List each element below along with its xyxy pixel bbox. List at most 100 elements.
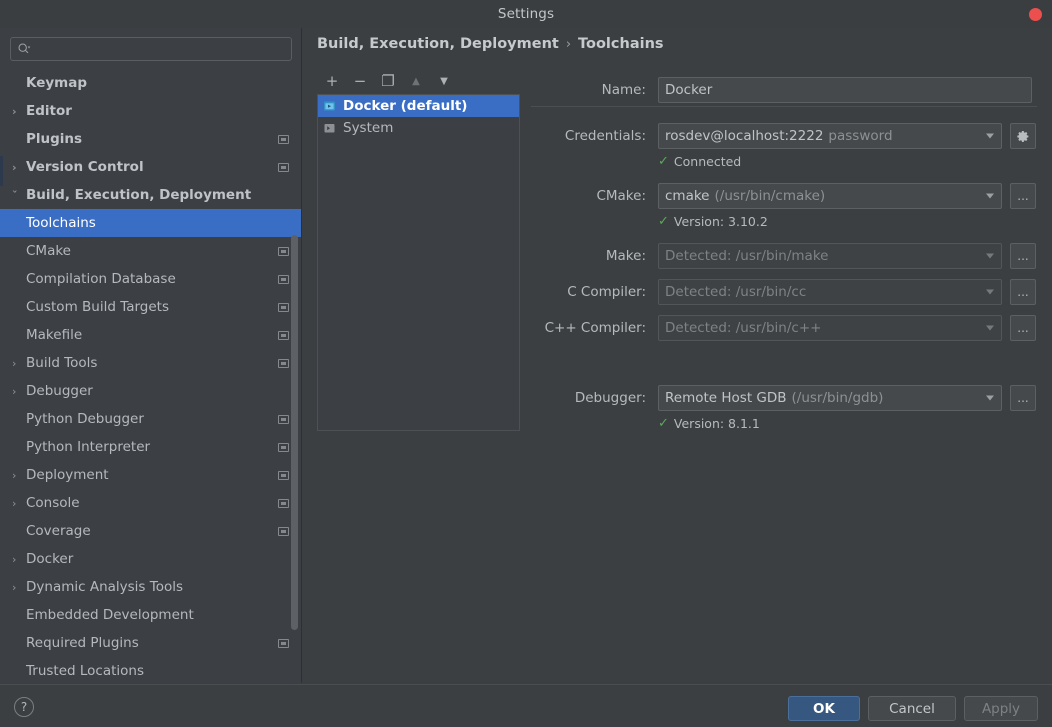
remove-toolchain-button[interactable]: −	[351, 72, 369, 90]
debugger-path: (/usr/bin/gdb)	[791, 390, 884, 406]
sidebar-item-label: Makefile	[26, 327, 83, 343]
modified-badge-icon	[278, 442, 289, 452]
sidebar-item-python-debugger[interactable]: Python Debugger	[0, 405, 301, 433]
cmake-browse-button[interactable]: ...	[1010, 183, 1036, 209]
sidebar-item-label: Toolchains	[26, 215, 96, 231]
settings-sidebar: Keymap › Editor Plugins › Version Control ˇ Bui…	[0, 28, 302, 683]
move-down-button[interactable]: ▼	[435, 72, 453, 90]
sidebar-item-editor[interactable]: › Editor	[0, 97, 301, 125]
debugger-select[interactable]: Remote Host GDB (/usr/bin/gdb)	[658, 385, 1002, 411]
sidebar-item-label: Keymap	[26, 75, 88, 91]
toolchain-list-item-label: System	[343, 120, 394, 136]
credentials-status-text: Connected	[673, 153, 742, 169]
modified-badge-icon	[278, 498, 289, 508]
sidebar-item-label: CMake	[26, 243, 71, 259]
make-select[interactable]: Detected: /usr/bin/make	[658, 243, 1002, 269]
add-toolchain-button[interactable]: +	[323, 72, 341, 90]
sidebar-item-build-tools[interactable]: › Build Tools	[0, 349, 301, 377]
chevron-right-icon[interactable]: ›	[12, 497, 26, 510]
toolchain-list-panel: + − ❐ ▲ ▼ Docker (default) System	[317, 68, 520, 431]
sidebar-item-makefile[interactable]: Makefile	[0, 321, 301, 349]
cxx-compiler-browse-button[interactable]: ...	[1010, 315, 1036, 341]
docker-icon	[323, 100, 337, 113]
sidebar-item-plugins[interactable]: Plugins	[0, 125, 301, 153]
sidebar-item-label: Build Tools	[26, 355, 98, 371]
search-box[interactable]	[10, 37, 292, 61]
sidebar-item-label: Editor	[26, 103, 72, 119]
close-icon[interactable]	[1029, 8, 1042, 21]
ok-button[interactable]: OK	[788, 696, 860, 721]
sidebar-item-python-interpreter[interactable]: Python Interpreter	[0, 433, 301, 461]
chevron-down-icon[interactable]: ˇ	[12, 189, 26, 202]
sidebar-item-build-execution-deployment[interactable]: ˇ Build, Execution, Deployment	[0, 181, 301, 209]
chevron-right-icon[interactable]: ›	[12, 469, 26, 482]
check-icon: ✓	[658, 415, 669, 431]
sidebar-item-keymap[interactable]: Keymap	[0, 69, 301, 97]
chevron-right-icon[interactable]: ›	[12, 385, 26, 398]
cxx-compiler-select[interactable]: Detected: /usr/bin/c++	[658, 315, 1002, 341]
toolchain-list[interactable]: Docker (default) System	[317, 94, 520, 431]
sidebar-item-label: Coverage	[26, 523, 91, 539]
debugger-label: Debugger:	[574, 390, 646, 406]
sidebar-item-version-control[interactable]: › Version Control	[0, 153, 301, 181]
chevron-right-icon[interactable]: ›	[12, 553, 26, 566]
sidebar-item-docker[interactable]: › Docker	[0, 545, 301, 573]
chevron-right-icon[interactable]: ›	[12, 581, 26, 594]
chevron-right-icon: ›	[565, 36, 572, 52]
move-up-button[interactable]: ▲	[407, 72, 425, 90]
credentials-value: rosdev@localhost:2222	[665, 128, 824, 144]
sidebar-item-label: Python Debugger	[26, 411, 144, 427]
settings-content: Build, Execution, Deployment › Toolchain…	[303, 28, 1052, 683]
credentials-settings-button[interactable]	[1010, 123, 1036, 149]
copy-toolchain-button[interactable]: ❐	[379, 72, 397, 90]
chevron-down-icon	[986, 325, 994, 331]
cancel-button[interactable]: Cancel	[868, 696, 956, 721]
help-button[interactable]: ?	[14, 697, 34, 717]
make-browse-button[interactable]: ...	[1010, 243, 1036, 269]
toolchain-list-item[interactable]: System	[318, 117, 519, 139]
modified-badge-icon	[278, 414, 289, 424]
name-input[interactable]: Docker	[658, 77, 1032, 103]
sidebar-item-toolchains[interactable]: Toolchains	[0, 209, 301, 237]
cmake-status-text: Version: 3.10.2	[673, 213, 768, 229]
debugger-status: ✓ Version: 8.1.1	[518, 412, 1038, 434]
sidebar-scrollbar[interactable]	[291, 235, 298, 630]
modified-badge-icon	[278, 134, 289, 144]
chevron-right-icon[interactable]: ›	[12, 105, 26, 118]
c-compiler-browse-button[interactable]: ...	[1010, 279, 1036, 305]
name-value: Docker	[665, 82, 713, 98]
search-input[interactable]	[31, 41, 285, 57]
modified-badge-icon	[278, 302, 289, 312]
credentials-select[interactable]: rosdev@localhost:2222 password	[658, 123, 1002, 149]
sidebar-item-cmake[interactable]: CMake	[0, 237, 301, 265]
c-compiler-select[interactable]: Detected: /usr/bin/cc	[658, 279, 1002, 305]
chevron-right-icon[interactable]: ›	[12, 357, 26, 370]
cmake-label: CMake:	[596, 188, 646, 204]
sidebar-item-dynamic-analysis-tools[interactable]: › Dynamic Analysis Tools	[0, 573, 301, 601]
form-row-cmake: CMake: cmake (/usr/bin/cmake) ...	[518, 182, 1038, 210]
sidebar-item-label: Console	[26, 495, 80, 511]
sidebar-item-label: Version Control	[26, 159, 144, 175]
apply-button[interactable]: Apply	[964, 696, 1038, 721]
form-row-make: Make: Detected: /usr/bin/make ...	[518, 242, 1038, 270]
sidebar-item-debugger[interactable]: › Debugger	[0, 377, 301, 405]
form-divider	[531, 106, 1037, 107]
modified-badge-icon	[278, 358, 289, 368]
modified-badge-icon	[278, 162, 289, 172]
form-row-credentials: Credentials: rosdev@localhost:2222 passw…	[518, 122, 1038, 150]
sidebar-item-compilation-database[interactable]: Compilation Database	[0, 265, 301, 293]
chevron-right-icon[interactable]: ›	[12, 161, 26, 174]
sidebar-item-label: Dynamic Analysis Tools	[26, 579, 183, 595]
sidebar-item-deployment[interactable]: › Deployment	[0, 461, 301, 489]
sidebar-item-custom-build-targets[interactable]: Custom Build Targets	[0, 293, 301, 321]
sidebar-item-trusted-locations[interactable]: Trusted Locations	[0, 657, 301, 683]
cmake-select[interactable]: cmake (/usr/bin/cmake)	[658, 183, 1002, 209]
sidebar-item-coverage[interactable]: Coverage	[0, 517, 301, 545]
toolchain-list-item[interactable]: Docker (default)	[318, 95, 519, 117]
sidebar-item-label: Embedded Development	[26, 607, 194, 623]
debugger-browse-button[interactable]: ...	[1010, 385, 1036, 411]
sidebar-item-console[interactable]: › Console	[0, 489, 301, 517]
sidebar-item-label: Build, Execution, Deployment	[26, 187, 252, 203]
sidebar-item-required-plugins[interactable]: Required Plugins	[0, 629, 301, 657]
sidebar-item-embedded-development[interactable]: Embedded Development	[0, 601, 301, 629]
